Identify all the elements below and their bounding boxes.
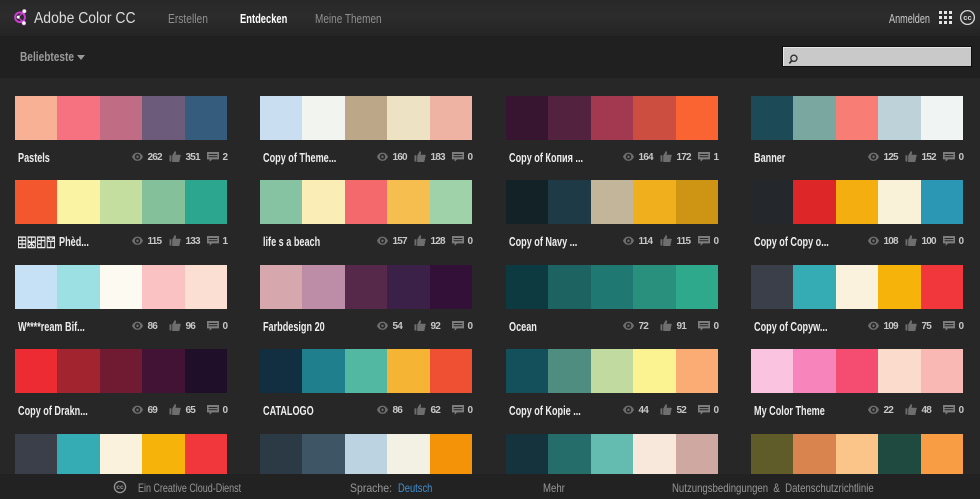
svg-text:cc: cc <box>116 484 124 491</box>
svg-text:cc: cc <box>963 13 971 22</box>
